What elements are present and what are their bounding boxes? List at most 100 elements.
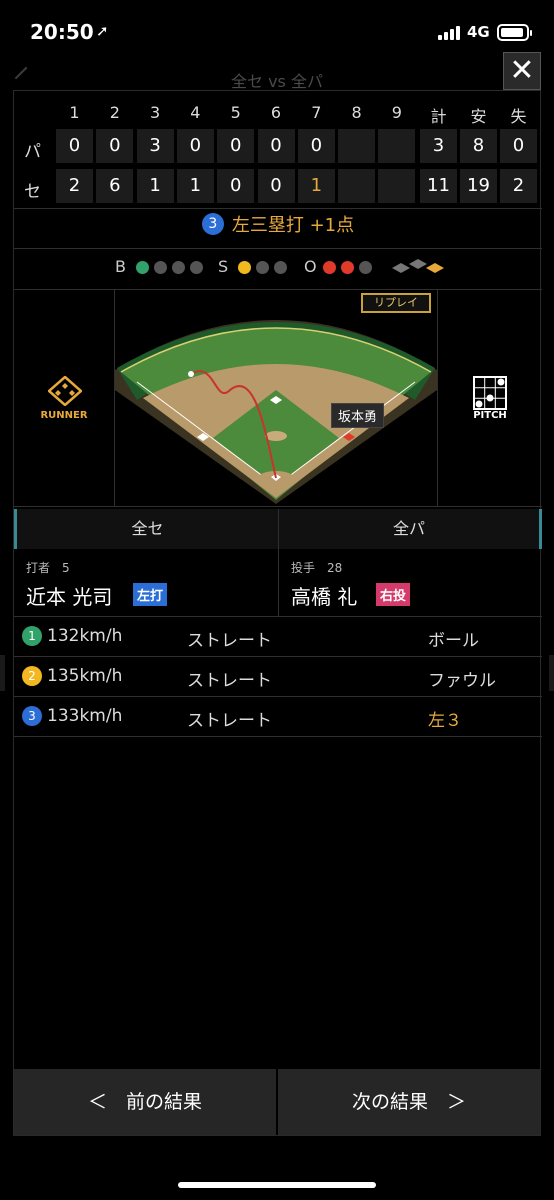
battery-icon [497,24,532,41]
pitch-type: ストレート [187,671,272,691]
location-arrow-icon: ➚ [96,22,109,40]
pitch-number-badge: 1 [22,626,42,646]
count-indicator: B S O [14,251,542,281]
inning-header: 6 [270,103,282,122]
status-bar: 20:50 ➚ 4G [0,0,554,62]
inning-score: 2 [56,169,93,203]
inning-score: 0 [56,129,93,163]
pitcher-info: 投手 28 高橋 礼 右投 [278,549,542,617]
field-view: RUNNER リプレイ 坂本勇 PITCH [14,289,542,507]
totals-header: 計 [430,107,447,126]
out-dot [359,261,372,274]
pitch-speed: 133km/h [47,706,123,726]
ball-label: B [115,257,126,276]
pitch-type: ストレート [187,631,272,651]
scoreboard-row: パ0030000380 [14,129,542,167]
next-result-button[interactable]: 次の結果 ＞ [278,1069,540,1135]
total-value: 11 [420,169,457,203]
totals-header: 安 [470,107,487,126]
inning-header: 2 [109,103,120,122]
status-time: 20:50 [30,20,94,44]
pitch-row[interactable]: 1 132km/h ストレート ボール [14,617,542,657]
tab-team-right[interactable]: 全パ [278,509,542,549]
signal-icon [438,26,462,40]
inning-score: 1 [176,169,214,203]
ball-dot [154,261,167,274]
pitch-number-badge: 3 [22,706,42,726]
inning-score [338,169,376,203]
inning-header: 9 [391,103,402,122]
play-result: 3 左三塁打 +1点 [14,211,542,247]
inning-score: 0 [96,129,134,163]
team-tabs: 全セ 全パ [14,509,542,549]
home-indicator [178,1182,376,1188]
inning-score: 6 [96,169,134,203]
background-edge [549,655,554,691]
close-button[interactable]: ✕ [503,52,541,90]
inning-header: 3 [150,103,161,122]
bases-icon [392,259,444,273]
ball-dot [136,261,149,274]
inning-header: 5 [230,103,241,122]
inning-score: 0 [257,129,295,163]
inning-score: 3 [136,129,174,163]
pitch-row[interactable]: 3 133km/h ストレート 左３ [14,697,542,737]
inning-header: 7 [311,103,322,122]
ball-dot [190,261,203,274]
total-value: 2 [500,169,537,203]
pitch-result: ボール [428,631,479,651]
total-value: 3 [420,129,457,163]
pitch-list: 1 132km/h ストレート ボール 2 135km/h ストレート ファウル 3 133km/… [14,617,542,737]
inning-score [378,129,416,163]
pitch-result: ファウル [428,671,496,691]
page-title: 全セ vs 全パ [231,72,323,91]
inning-score [378,169,416,203]
divider [14,208,542,209]
divider [14,248,542,249]
pitch-speed: 135km/h [47,666,123,686]
inning-score: 0 [257,169,295,203]
out-label: O [304,257,317,276]
pitch-button[interactable]: PITCH [437,290,542,506]
play-detail-modal: 1 2 3 4 5 6 7 8 9 計安失パ 0 0 3 0 0 0 0 3 8 0 セ 2 6 1 1 0 0 1 11 19 2 3 左三… [13,90,542,1136]
pitch-result: 左３ [428,711,462,731]
matchup: 打者 5 近本 光司 左打 投手 28 高橋 礼 右投 [14,549,542,617]
tab-team-left[interactable]: 全セ [14,509,278,549]
runner-icon [48,376,82,406]
inning-score: 0 [217,169,255,203]
replay-button[interactable]: リプレイ [361,293,431,313]
total-value: 8 [460,129,497,163]
batter-position-tag: 坂本勇 [331,403,385,428]
team-label: パ [24,142,41,162]
scoreboard-header: 1 2 3 4 5 6 7 8 9 計 安 失 [14,101,542,127]
inning-header: 8 [351,103,362,122]
inning-score: 1 [297,169,335,203]
strike-dot [274,261,287,274]
runner-button[interactable]: RUNNER [14,290,115,506]
team-label: セ [24,182,41,202]
out-dot [341,261,354,274]
play-text: 左三塁打 +1点 [231,215,355,236]
strike-label: S [218,257,229,276]
pitch-row[interactable]: 2 135km/h ストレート ファウル [14,657,542,697]
inning-header: 4 [190,103,201,122]
previous-result-button[interactable]: ＜ 前の結果 [14,1069,276,1135]
scoreboard-row: セ 2 6 1 1 0 0 1 11 19 2 [14,169,542,207]
batter-info: 打者 5 近本 光司 左打 [14,549,278,617]
pitch-type: ストレート [187,711,272,731]
inning-header: 1 [69,103,80,122]
inning-score: 0 [217,129,255,163]
pitch-speed: 132km/h [47,626,123,646]
total-value: 19 [460,169,497,203]
pitch-grid-icon [473,376,507,410]
pitcher-name: 高橋 礼 [291,585,358,609]
runner-label: RUNNER [40,410,88,421]
totals-header: 失 [510,107,527,126]
strike-dot [256,261,269,274]
play-number-badge: 3 [201,213,224,235]
batter-hand-badge: 左打 [133,583,168,606]
inning-score: 1 [136,169,174,203]
baseball-field [115,320,437,504]
ball-dot [172,261,185,274]
pitch-label: PITCH [473,410,507,421]
